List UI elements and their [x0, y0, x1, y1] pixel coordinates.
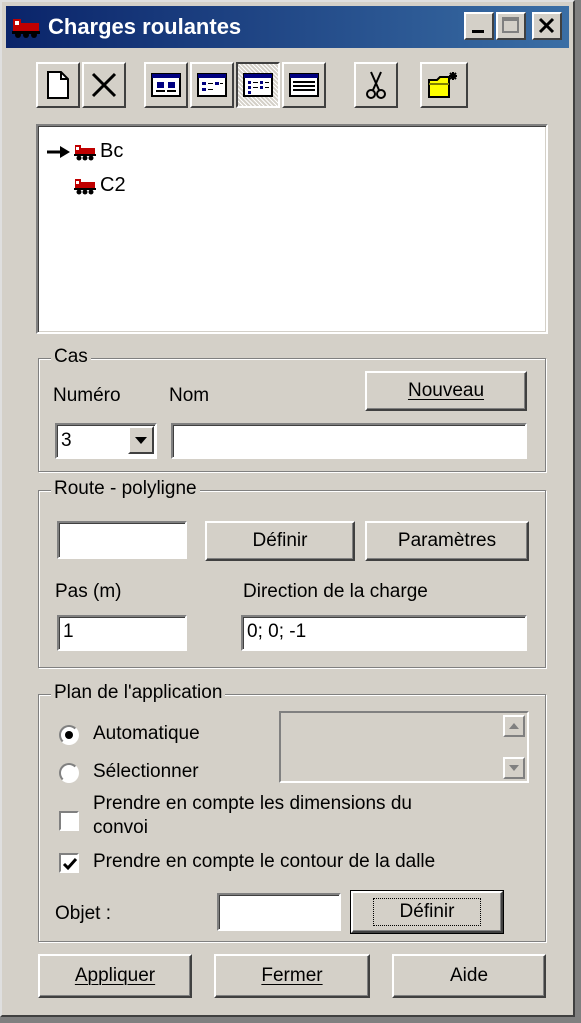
toolbar — [6, 52, 569, 114]
chevron-down-icon — [509, 765, 519, 771]
view-small-icons-button[interactable] — [190, 62, 234, 108]
train-icon — [12, 15, 40, 39]
cas-legend: Cas — [51, 346, 91, 368]
definir-route-button[interactable]: Définir — [205, 521, 355, 561]
radio-selectionner[interactable] — [59, 763, 79, 783]
new-button[interactable] — [36, 62, 80, 108]
view-small-icons-icon — [197, 73, 227, 97]
fermer-label: Fermer — [261, 965, 323, 986]
definir-objet-button[interactable]: Définir — [350, 890, 504, 934]
title-bar[interactable]: Charges roulantes — [6, 6, 569, 48]
numero-label: Numéro — [53, 385, 121, 406]
cut-icon — [366, 71, 386, 99]
nouveau-button[interactable]: Nouveau — [365, 371, 527, 411]
scroll-down-button[interactable] — [503, 757, 525, 779]
check-dimensions[interactable] — [59, 811, 79, 831]
parametres-button[interactable]: Paramètres — [365, 521, 529, 561]
check-dimensions-label-line2: convoi — [93, 817, 148, 838]
definir-objet-label: Définir — [372, 898, 482, 926]
chevron-down-icon — [135, 437, 147, 444]
radio-selectionner-label: Sélectionner — [93, 761, 199, 782]
minimize-icon — [472, 30, 484, 33]
view-list-icon — [243, 73, 273, 97]
window-title: Charges roulantes — [48, 14, 242, 39]
arrow-right-icon — [47, 145, 70, 158]
check-contour[interactable] — [59, 853, 79, 873]
tree-item-label: Bc — [100, 140, 124, 162]
pas-input[interactable]: 1 — [57, 615, 187, 651]
numero-select-value: 3 — [61, 430, 72, 451]
dialog-window: Charges roulantes Bc C2 Cas Numéro Nom N… — [0, 0, 575, 1017]
route-group: Route - polyligne Définir Paramètres Pas… — [38, 478, 546, 668]
cut-button[interactable] — [354, 62, 398, 108]
objet-input[interactable] — [217, 893, 341, 931]
tree-item-label: C2 — [100, 174, 126, 196]
open-folder-button[interactable] — [420, 62, 468, 108]
view-list-button[interactable] — [236, 62, 280, 108]
delete-icon — [91, 72, 117, 98]
appliquer-label: Appliquer — [74, 965, 156, 986]
maximize-icon — [502, 17, 519, 33]
fermer-button[interactable]: Fermer — [214, 954, 370, 998]
radio-automatique-label: Automatique — [93, 723, 200, 744]
view-large-icons-icon — [151, 73, 181, 97]
close-icon — [538, 17, 555, 34]
plan-legend: Plan de l'application — [51, 682, 226, 704]
tree-item[interactable]: C2 — [74, 174, 126, 197]
convoy-tree[interactable]: Bc C2 — [36, 124, 548, 334]
train-icon — [74, 144, 96, 160]
checkmark-icon — [62, 858, 78, 871]
scroll-up-button[interactable] — [503, 715, 525, 737]
chevron-up-icon — [509, 723, 519, 729]
cas-group: Cas Numéro Nom Nouveau 3 — [38, 346, 546, 472]
view-details-icon — [289, 73, 319, 97]
polyline-input[interactable] — [57, 521, 187, 559]
close-button[interactable] — [532, 12, 562, 40]
nom-label: Nom — [169, 385, 210, 406]
objet-label: Objet : — [55, 903, 111, 924]
check-dimensions-label-line1: Prendre en compte les dimensions du — [93, 793, 412, 814]
new-document-icon — [47, 71, 69, 99]
numero-select[interactable]: 3 — [55, 423, 157, 459]
train-icon — [74, 178, 96, 194]
radio-automatique[interactable] — [59, 725, 79, 745]
tree-item[interactable]: Bc — [46, 140, 123, 163]
pas-label: Pas (m) — [55, 581, 122, 602]
aide-button[interactable]: Aide — [392, 954, 546, 998]
dropdown-button[interactable] — [128, 426, 154, 454]
route-legend: Route - polyligne — [51, 478, 200, 500]
view-details-button[interactable] — [282, 62, 326, 108]
nouveau-button-label: Nouveau — [407, 380, 485, 401]
plan-group: Plan de l'application Automatique Sélect… — [38, 682, 546, 942]
check-contour-label: Prendre en compte le contour de la dalle — [93, 851, 436, 872]
nom-input[interactable] — [171, 423, 527, 459]
minimize-button[interactable] — [464, 12, 494, 40]
appliquer-button[interactable]: Appliquer — [38, 954, 192, 998]
direction-input[interactable]: 0; 0; -1 — [241, 615, 527, 651]
plane-list[interactable] — [279, 711, 529, 783]
direction-label: Direction de la charge — [243, 581, 428, 602]
maximize-button[interactable] — [496, 12, 526, 40]
delete-button[interactable] — [82, 62, 126, 108]
view-large-icons-button[interactable] — [144, 62, 188, 108]
open-folder-icon — [428, 72, 457, 98]
